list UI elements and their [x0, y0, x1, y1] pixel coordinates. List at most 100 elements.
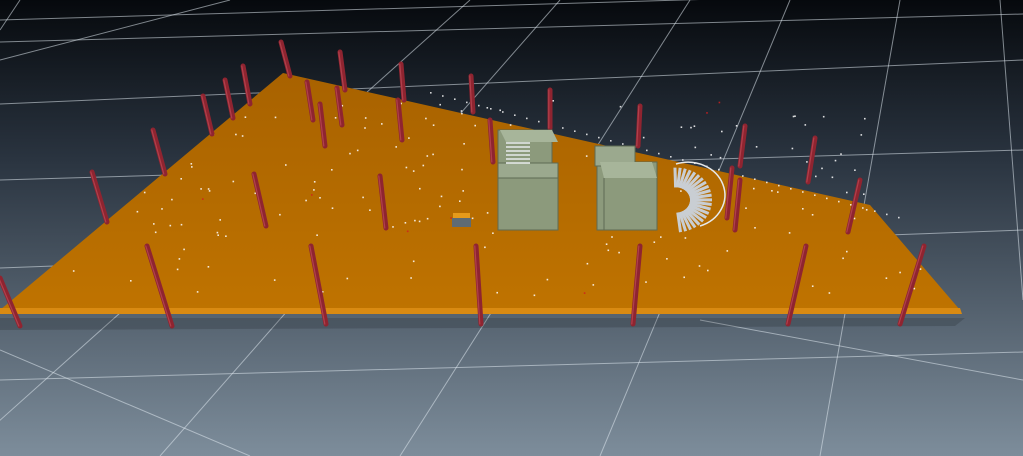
marker-point [130, 280, 132, 282]
marker-point [586, 133, 588, 136]
marker-point [225, 235, 227, 237]
marker-point [349, 152, 351, 155]
marker-point [426, 155, 429, 157]
marker-point [408, 137, 410, 139]
marker-point [811, 285, 814, 287]
marker-point [719, 156, 722, 159]
marker-point [735, 125, 738, 127]
core-block-left[interactable] [497, 129, 559, 231]
marker-point [802, 191, 804, 193]
marker-point [899, 271, 901, 274]
marker-point [885, 277, 888, 279]
marker-point [694, 146, 697, 149]
marker-point [834, 159, 837, 162]
small-opening[interactable] [452, 213, 471, 227]
marker-point [180, 223, 183, 226]
marker-point [598, 136, 600, 139]
marker-point [72, 270, 75, 272]
marker-point [777, 191, 779, 193]
marker-point [474, 124, 476, 127]
marker-point [865, 209, 868, 211]
marker-point [364, 117, 367, 119]
marker-point [898, 216, 900, 219]
marker-point [484, 246, 486, 249]
marker-point [180, 178, 182, 180]
marker-point [886, 213, 888, 216]
marker-point [562, 127, 564, 129]
marker-point [666, 258, 668, 260]
marker-point [412, 170, 415, 172]
marker-point [492, 232, 494, 234]
marker-point [412, 260, 415, 263]
marker-point [430, 92, 432, 94]
marker-point [311, 194, 313, 196]
marker-point [622, 143, 624, 145]
marker-point [660, 236, 662, 238]
marker-point [811, 214, 814, 216]
marker-point [279, 213, 281, 216]
marker-point [439, 103, 441, 106]
marker-point [842, 257, 844, 260]
marker-point [586, 262, 589, 265]
marker-point [143, 191, 146, 194]
marker-point [710, 154, 712, 156]
marker-point [200, 188, 202, 190]
marker-point [273, 279, 276, 281]
marker-point [171, 198, 173, 201]
marker-point [684, 237, 687, 239]
marker-point [450, 217, 452, 219]
marker-point [418, 220, 421, 223]
marker-point [853, 217, 856, 220]
marker-point [619, 105, 622, 108]
marker-point [514, 114, 516, 116]
marker-point [454, 98, 456, 100]
marker-point [285, 164, 287, 166]
marker-point [419, 187, 421, 190]
marker-point [461, 168, 463, 171]
marker-point [690, 126, 692, 129]
marker-point [395, 146, 397, 148]
marker-point [406, 230, 409, 233]
marker-point [440, 195, 443, 198]
marker-point [490, 108, 492, 110]
marker-point [802, 208, 804, 210]
marker-point [466, 101, 468, 104]
marker-point [362, 196, 364, 199]
marker-point [653, 241, 656, 243]
marker-point [754, 178, 756, 180]
marker-point [658, 152, 660, 155]
marker-point [826, 197, 828, 200]
marker-point [499, 109, 501, 112]
marker-point [913, 287, 916, 290]
marker-point [742, 175, 744, 177]
marker-point [509, 124, 512, 126]
marker-point [232, 180, 235, 183]
marker-point [414, 219, 416, 222]
marker-point [791, 147, 794, 150]
marker-point [410, 277, 412, 279]
marker-point [346, 277, 349, 280]
marker-point [846, 250, 848, 253]
marker-point [169, 224, 172, 227]
marker-point [840, 153, 842, 155]
3d-viewport[interactable] [0, 0, 1023, 456]
marker-point [369, 209, 371, 211]
marker-point [462, 190, 464, 192]
marker-point [546, 278, 549, 281]
marker-point [753, 187, 755, 190]
marker-point [610, 140, 612, 142]
marker-point [208, 190, 211, 192]
marker-point [864, 117, 866, 120]
marker-point [183, 248, 185, 251]
marker-point [919, 268, 922, 270]
marker-point [502, 111, 504, 113]
marker-point [670, 156, 672, 158]
marker-point [533, 294, 536, 297]
marker-point [486, 212, 489, 214]
3d-scene[interactable] [0, 0, 1023, 456]
marker-point [422, 164, 425, 167]
marker-point [804, 124, 807, 126]
marker-point [319, 197, 321, 199]
marker-point [831, 176, 834, 179]
marker-point [680, 190, 682, 192]
